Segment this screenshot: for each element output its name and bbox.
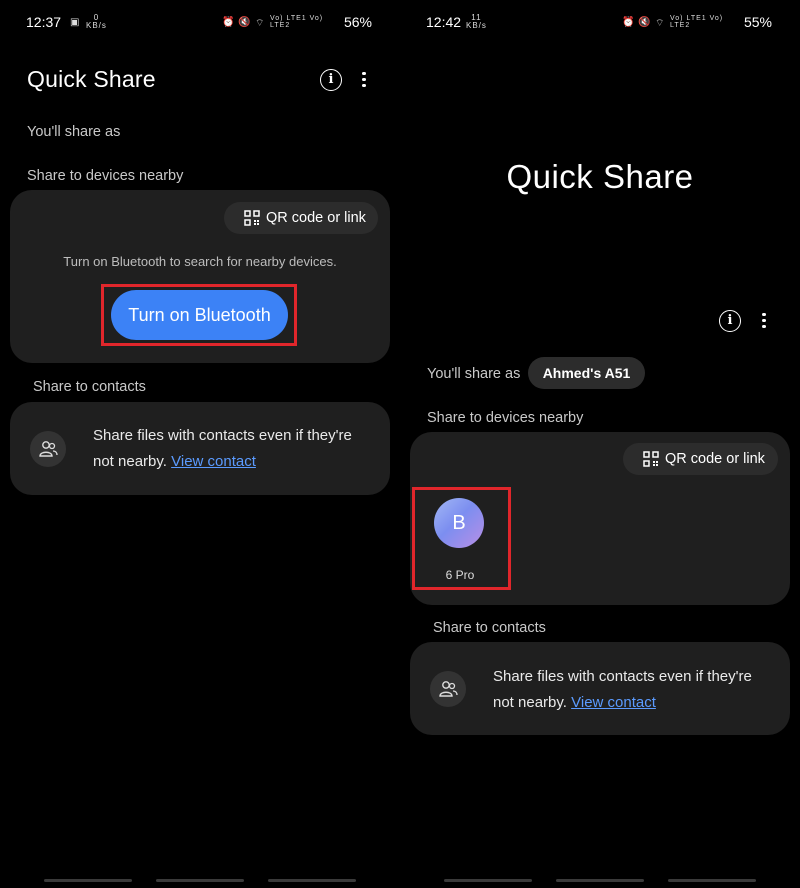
status-bar: 12:37 ▣ 0 KB/s ⏰ 🔇 ⌔ Vo) LTE1 Vo) LTE2 56… <box>0 12 400 34</box>
nearby-card: QR code or link B 6 Pro <box>410 432 790 605</box>
bluetooth-hint: Turn on Bluetooth to search for nearby d… <box>63 254 337 269</box>
more-options-icon[interactable] <box>359 69 369 89</box>
view-contact-link[interactable]: View contact <box>171 453 256 470</box>
qr-code-icon <box>244 210 260 226</box>
nav-bar-home[interactable] <box>156 879 244 882</box>
nav-bar-left[interactable] <box>44 879 132 882</box>
right-screen: 12:42 11 KB/s ⏰ 🔇 ⌔ Vo) LTE1 Vo) LTE2 55%… <box>400 0 800 888</box>
share-as-label: You'll share as <box>427 366 521 382</box>
contacts-text: Share files with contacts even if they'r… <box>493 668 752 711</box>
battery-level: 56% <box>343 14 372 30</box>
nearby-card: QR code or link Turn on Bluetooth to sea… <box>10 190 390 363</box>
net-speed: 11 KB/s <box>466 13 487 30</box>
nav-bar-left[interactable] <box>444 879 532 882</box>
contacts-text: Share files with contacts even if they'r… <box>93 427 352 470</box>
status-time: 12:42 <box>426 14 462 30</box>
qr-code-button[interactable]: QR code or link <box>623 443 778 475</box>
left-screen: 12:37 ▣ 0 KB/s ⏰ 🔇 ⌔ Vo) LTE1 Vo) LTE2 56… <box>0 0 400 888</box>
signal-icon: Vo) LTE1 Vo) LTE2 <box>670 15 724 29</box>
status-bar: 12:42 11 KB/s ⏰ 🔇 ⌔ Vo) LTE1 Vo) LTE2 55% <box>400 12 800 34</box>
page-title: Quick Share <box>27 66 156 92</box>
more-options-icon[interactable] <box>759 310 769 330</box>
mute-icon: 🔇 <box>238 17 252 28</box>
contacts-icon <box>30 431 66 467</box>
page-title: Quick Share <box>506 158 694 195</box>
device-name: 6 Pro <box>445 568 475 582</box>
info-icon[interactable]: i <box>320 69 342 91</box>
nav-bar-home[interactable] <box>556 879 644 882</box>
contacts-label: Share to contacts <box>433 620 546 636</box>
nearby-label: Share to devices nearby <box>27 168 184 184</box>
nav-bar-back[interactable] <box>268 879 356 882</box>
wifi-icon: ⌔ <box>655 18 666 29</box>
nav-bar-back[interactable] <box>668 879 756 882</box>
wifi-icon: ⌔ <box>255 18 266 29</box>
nearby-label: Share to devices nearby <box>427 410 584 426</box>
qr-code-label: QR code or link <box>665 451 765 467</box>
contacts-card: Share files with contacts even if they'r… <box>10 402 390 495</box>
nearby-device-6pro[interactable]: B 6 Pro <box>412 487 511 590</box>
net-speed: 0 KB/s <box>86 13 107 30</box>
qr-code-icon <box>643 451 659 467</box>
device-avatar: B <box>434 498 484 548</box>
info-icon[interactable]: i <box>719 310 741 332</box>
qr-code-button[interactable]: QR code or link <box>224 202 378 234</box>
qr-code-label: QR code or link <box>266 210 366 226</box>
alarm-icon: ⏰ <box>222 17 236 28</box>
turn-on-bluetooth-button[interactable]: Turn on Bluetooth <box>111 290 288 340</box>
view-contact-link[interactable]: View contact <box>571 694 656 711</box>
battery-level: 55% <box>743 14 772 30</box>
device-name-chip[interactable]: Ahmed's A51 <box>528 357 645 389</box>
contacts-icon <box>430 671 466 707</box>
contacts-card: Share files with contacts even if they'r… <box>410 642 790 735</box>
gallery-icon: ▣ <box>70 17 81 28</box>
share-as-label: You'll share as <box>27 124 121 140</box>
signal-icon: Vo) LTE1 Vo) LTE2 <box>270 15 324 29</box>
status-time: 12:37 <box>26 14 62 30</box>
contacts-label: Share to contacts <box>33 379 146 395</box>
mute-icon: 🔇 <box>638 17 652 28</box>
alarm-icon: ⏰ <box>622 17 636 28</box>
